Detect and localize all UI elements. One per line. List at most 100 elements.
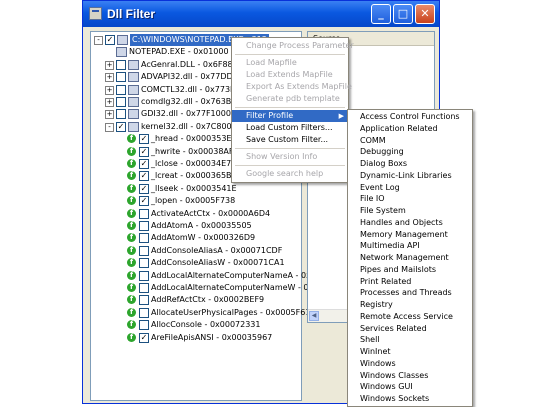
tree-row[interactable]: f ✓ _llseek - 0x0003541E [91, 183, 301, 195]
tree-checkbox[interactable]: ✓ [139, 146, 149, 157]
tree-checkbox[interactable]: ✓ [139, 159, 149, 169]
tree-checkbox[interactable] [139, 221, 149, 231]
tree-checkbox[interactable]: ✓ [139, 171, 149, 182]
tree-checkbox[interactable] [139, 283, 149, 293]
collapse-icon[interactable]: - [105, 122, 114, 132]
tree-checkbox[interactable] [139, 258, 149, 269]
tree-row[interactable]: f AddLocalAlternateComputerNameA - 0x0005 [91, 270, 331, 282]
tree-checkbox[interactable] [139, 270, 149, 281]
menu-item-show-version-info[interactable]: Show Version Info [232, 151, 348, 163]
filter-profile-item[interactable]: Windows Classes [348, 370, 472, 382]
filter-profile-item[interactable]: Remote Access Service [348, 311, 472, 323]
tree-row[interactable]: f AddConsoleAliasW - 0x00071CA1 [91, 257, 301, 269]
filter-profile-item[interactable]: Multimedia API [348, 240, 472, 252]
collapse-icon[interactable]: - [94, 36, 103, 45]
tree-item-label: _llseek - 0x0003541E [151, 183, 237, 193]
expand-icon[interactable]: + [105, 60, 114, 70]
dll-icon [128, 109, 139, 120]
filter-profile-item[interactable]: Windows [348, 358, 472, 370]
dll-icon [128, 59, 139, 70]
menu-item-label: Load Extends MapFile [246, 70, 333, 79]
menu-item-load-mapfile[interactable]: Load Mapfile [232, 57, 348, 69]
tree-row[interactable]: f AllocateUserPhysicalPages - 0x0005F61A [91, 307, 316, 319]
tree-row[interactable]: f AddLocalAlternateComputerNameW - 0x0005 [91, 282, 334, 294]
scroll-left-icon[interactable]: ◀ [309, 311, 319, 321]
tree-checkbox[interactable]: ✓ [139, 183, 149, 194]
filter-profile-item[interactable]: Processes and Threads [348, 287, 472, 299]
filter-profile-item[interactable]: Debugging [348, 146, 472, 158]
app-icon [89, 7, 102, 20]
filter-profile-item[interactable]: Access Control Functions [348, 111, 472, 123]
tree-row[interactable]: f ✓ _lopen - 0x0005F738 [91, 195, 301, 207]
tree-checkbox[interactable] [116, 59, 126, 70]
filter-profile-item[interactable]: COMM [348, 135, 472, 147]
menu-item-filter-profile[interactable]: Filter Profile ▶ [232, 110, 348, 122]
function-icon: f [127, 146, 136, 156]
tree-row[interactable]: f ActivateActCtx - 0x0000A6D4 [91, 208, 301, 220]
filter-profile-item[interactable]: Dialog Boxs [348, 158, 472, 170]
tree-checkbox[interactable] [139, 307, 149, 318]
tree-checkbox[interactable] [116, 97, 126, 107]
function-icon: f [127, 134, 136, 144]
tree-checkbox[interactable] [139, 295, 149, 306]
menu-item-label: Save Custom Filter... [246, 135, 329, 144]
tree-item-label: _hread - 0x000353E6 [151, 134, 237, 144]
filter-profile-item[interactable]: Windows GUI [348, 381, 472, 393]
tree-row[interactable]: f AddConsoleAliasA - 0x00071CDF [91, 245, 301, 257]
filter-profile-item[interactable]: Pipes and Mailslots [348, 264, 472, 276]
tree-checkbox[interactable] [139, 233, 149, 244]
tree-row[interactable]: f AllocConsole - 0x00072331 [91, 319, 301, 331]
tree-row[interactable]: f AddRefActCtx - 0x0002BEF9 [91, 294, 301, 306]
filter-profile-item[interactable]: Event Log [348, 182, 472, 194]
expand-icon[interactable]: + [105, 110, 114, 120]
close-button[interactable]: ✕ [415, 4, 435, 24]
tree-checkbox[interactable]: ✓ [139, 196, 149, 207]
menu-item-save-custom-filter[interactable]: Save Custom Filter... [232, 134, 348, 146]
filter-profile-item[interactable]: Application Related [348, 123, 472, 135]
menu-item-load-custom-filters[interactable]: Load Custom Filters... [232, 122, 348, 134]
tree-checkbox[interactable]: ✓ [116, 121, 126, 132]
expand-icon[interactable]: + [105, 73, 114, 83]
filter-profile-item[interactable]: File IO [348, 193, 472, 205]
filter-profile-item[interactable]: Network Management [348, 252, 472, 264]
function-icon: f [127, 233, 136, 243]
tree-checkbox[interactable] [116, 109, 126, 120]
menu-item-label: Change Process Parameter [246, 41, 354, 50]
filter-profile-item[interactable]: Windows Sockets [348, 393, 472, 405]
menu-item-google-search-help[interactable]: Google search help [232, 168, 348, 180]
filter-profile-item[interactable]: Print Related [348, 276, 472, 288]
title-bar[interactable]: Dll Filter _ □ ✕ [83, 1, 439, 27]
tree-row[interactable]: f AddAtomA - 0x00035505 [91, 220, 301, 232]
tree-checkbox[interactable]: ✓ [105, 35, 115, 45]
tree-checkbox[interactable] [116, 72, 126, 83]
filter-profile-item[interactable]: Memory Management [348, 229, 472, 241]
menu-item-generate-pdb-template[interactable]: Generate pdb template [232, 93, 348, 105]
filter-profile-item[interactable]: Services Related [348, 323, 472, 335]
menu-item-export-as-extends-mapfile[interactable]: Export As Extends MapFile [232, 81, 352, 93]
window-title: Dll Filter [107, 7, 156, 21]
filter-profile-item[interactable]: Dynamic-Link Libraries [348, 170, 472, 182]
tree-checkbox[interactable]: ✓ [139, 332, 149, 343]
expand-icon[interactable]: + [105, 85, 114, 95]
dll-icon [128, 97, 139, 107]
menu-item-load-extends-mapfile[interactable]: Load Extends MapFile [232, 69, 348, 81]
filter-profile-item[interactable]: Registry [348, 299, 472, 311]
tree-checkbox[interactable] [139, 245, 149, 256]
filter-profile-item[interactable]: Handles and Objects [348, 217, 472, 229]
tree-checkbox[interactable] [116, 84, 126, 95]
tree-checkbox[interactable] [139, 208, 149, 219]
expand-icon[interactable]: + [105, 98, 114, 107]
tree-checkbox[interactable]: ✓ [139, 134, 149, 145]
filter-profile-item[interactable]: File System [348, 205, 472, 217]
minimize-button[interactable]: _ [371, 4, 391, 24]
tree-item-label: _lcreat - 0x000365BD [151, 171, 238, 181]
filter-profile-item[interactable]: Shell [348, 334, 472, 346]
menu-item-change-process-parameter[interactable]: Change Process Parameter [232, 40, 354, 52]
tree-row[interactable]: f AddAtomW - 0x000326D9 [91, 232, 301, 244]
tree-item-label: COMCTL32.dll - 0x773D0 [141, 84, 242, 94]
tree-checkbox[interactable] [139, 320, 149, 331]
maximize-button[interactable]: □ [393, 4, 413, 24]
filter-profile-item[interactable]: WinInet [348, 346, 472, 358]
tree-row[interactable]: f ✓ AreFileApisANSI - 0x00035967 [91, 332, 301, 344]
tree-item-label: AddConsoleAliasA - 0x00071CDF [151, 245, 283, 255]
